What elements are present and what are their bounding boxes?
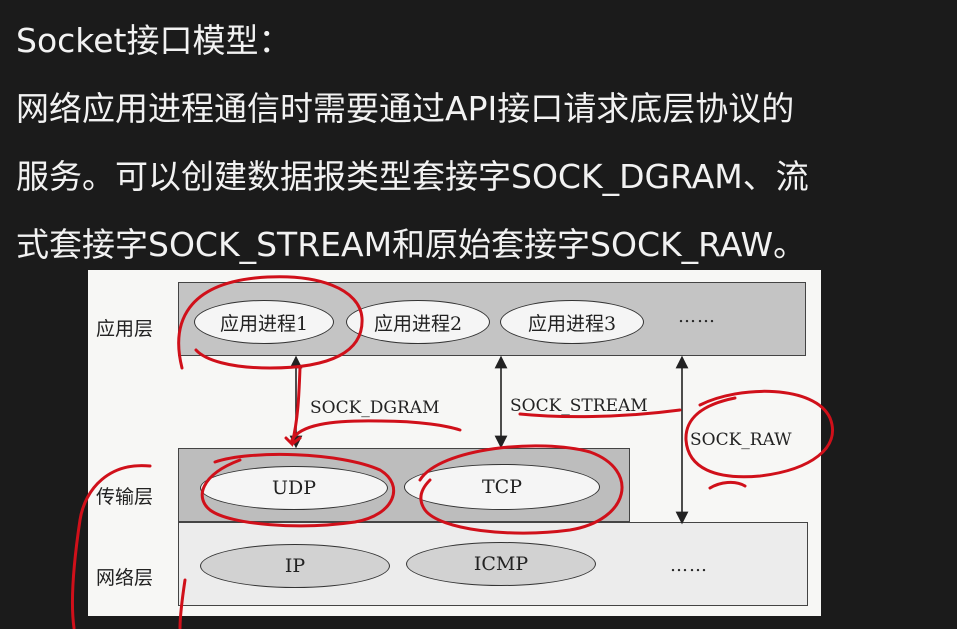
slide-line-2: 服务。可以创建数据报类型套接字SOCK_DGRAM、流 — [16, 157, 809, 196]
slide-line-3: 式套接字SOCK_STREAM和原始套接字SOCK_RAW。 — [16, 225, 807, 264]
sock-dgram-label: SOCK_DGRAM — [308, 398, 442, 418]
sock-raw-label: SOCK_RAW — [688, 430, 794, 450]
sock-stream-label: SOCK_STREAM — [508, 396, 650, 416]
socket-model-diagram: 应用层 传输层 网络层 应用进程1 应用进程2 应用进程3 …… UDP TCP… — [88, 270, 821, 616]
slide-title: Socket接口模型： — [16, 21, 292, 60]
slide-line-1: 网络应用进程通信时需要通过API接口请求底层协议的 — [16, 89, 795, 128]
